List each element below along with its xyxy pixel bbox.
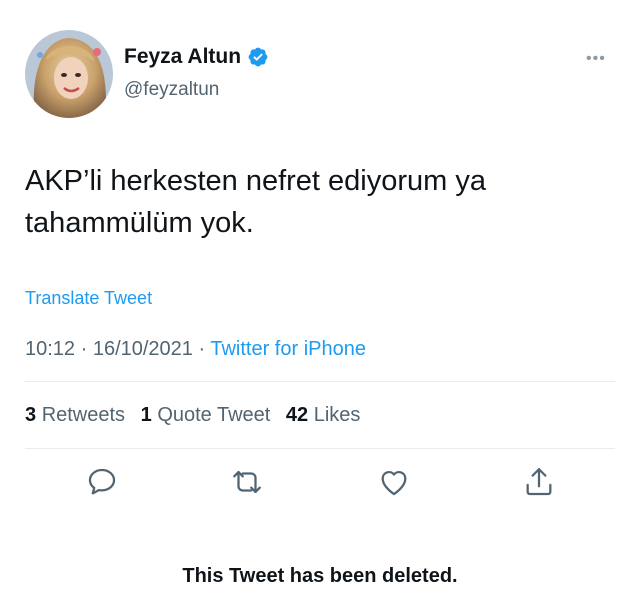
retweets-label: Retweets [41, 404, 126, 426]
likes-label: Likes [313, 404, 361, 426]
reply-icon[interactable] [85, 465, 119, 499]
divider [25, 448, 615, 449]
author-handle[interactable]: @feyzaltun [124, 79, 219, 101]
tweet-text-line: AKP’li herkesten nefret ediyorum ya [25, 165, 486, 197]
tweet-stats: 3 Retweets 1 Quote Tweet 42 Likes [25, 404, 360, 427]
translate-tweet-link[interactable]: Translate Tweet [25, 288, 152, 309]
meta-separator: · [192, 338, 211, 360]
divider [25, 381, 615, 382]
tweet-meta: 10:12 · 16/10/2021 · Twitter for iPhone [25, 338, 366, 361]
more-options-icon[interactable]: ••• [586, 50, 606, 68]
tweet-text: AKP’li herkesten nefret ediyorum ya taha… [25, 160, 615, 244]
author-display-name[interactable]: Feyza Altun [124, 45, 241, 69]
quote-tweets-stat[interactable]: 1 Quote Tweet [141, 404, 271, 426]
verified-badge-icon [248, 47, 268, 67]
tweet-source-link[interactable]: Twitter for iPhone [210, 338, 366, 360]
deleted-notice: This Tweet has been deleted. [182, 565, 458, 587]
author-row: Feyza Altun [124, 45, 269, 69]
retweets-stat[interactable]: 3 Retweets [25, 404, 125, 426]
quotes-count: 1 [140, 404, 152, 426]
likes-stat[interactable]: 42 Likes [286, 404, 361, 426]
retweet-icon[interactable] [230, 465, 264, 499]
likes-count: 42 [285, 404, 309, 426]
share-icon[interactable] [522, 465, 556, 499]
timestamp[interactable]: 10:12 · 16/10/2021 [25, 338, 193, 360]
avatar[interactable] [25, 30, 113, 118]
quotes-label: Quote Tweet [157, 404, 271, 426]
retweets-count: 3 [25, 404, 37, 426]
tweet-text-line: tahammülüm yok. [25, 207, 254, 239]
like-icon[interactable] [377, 465, 411, 499]
